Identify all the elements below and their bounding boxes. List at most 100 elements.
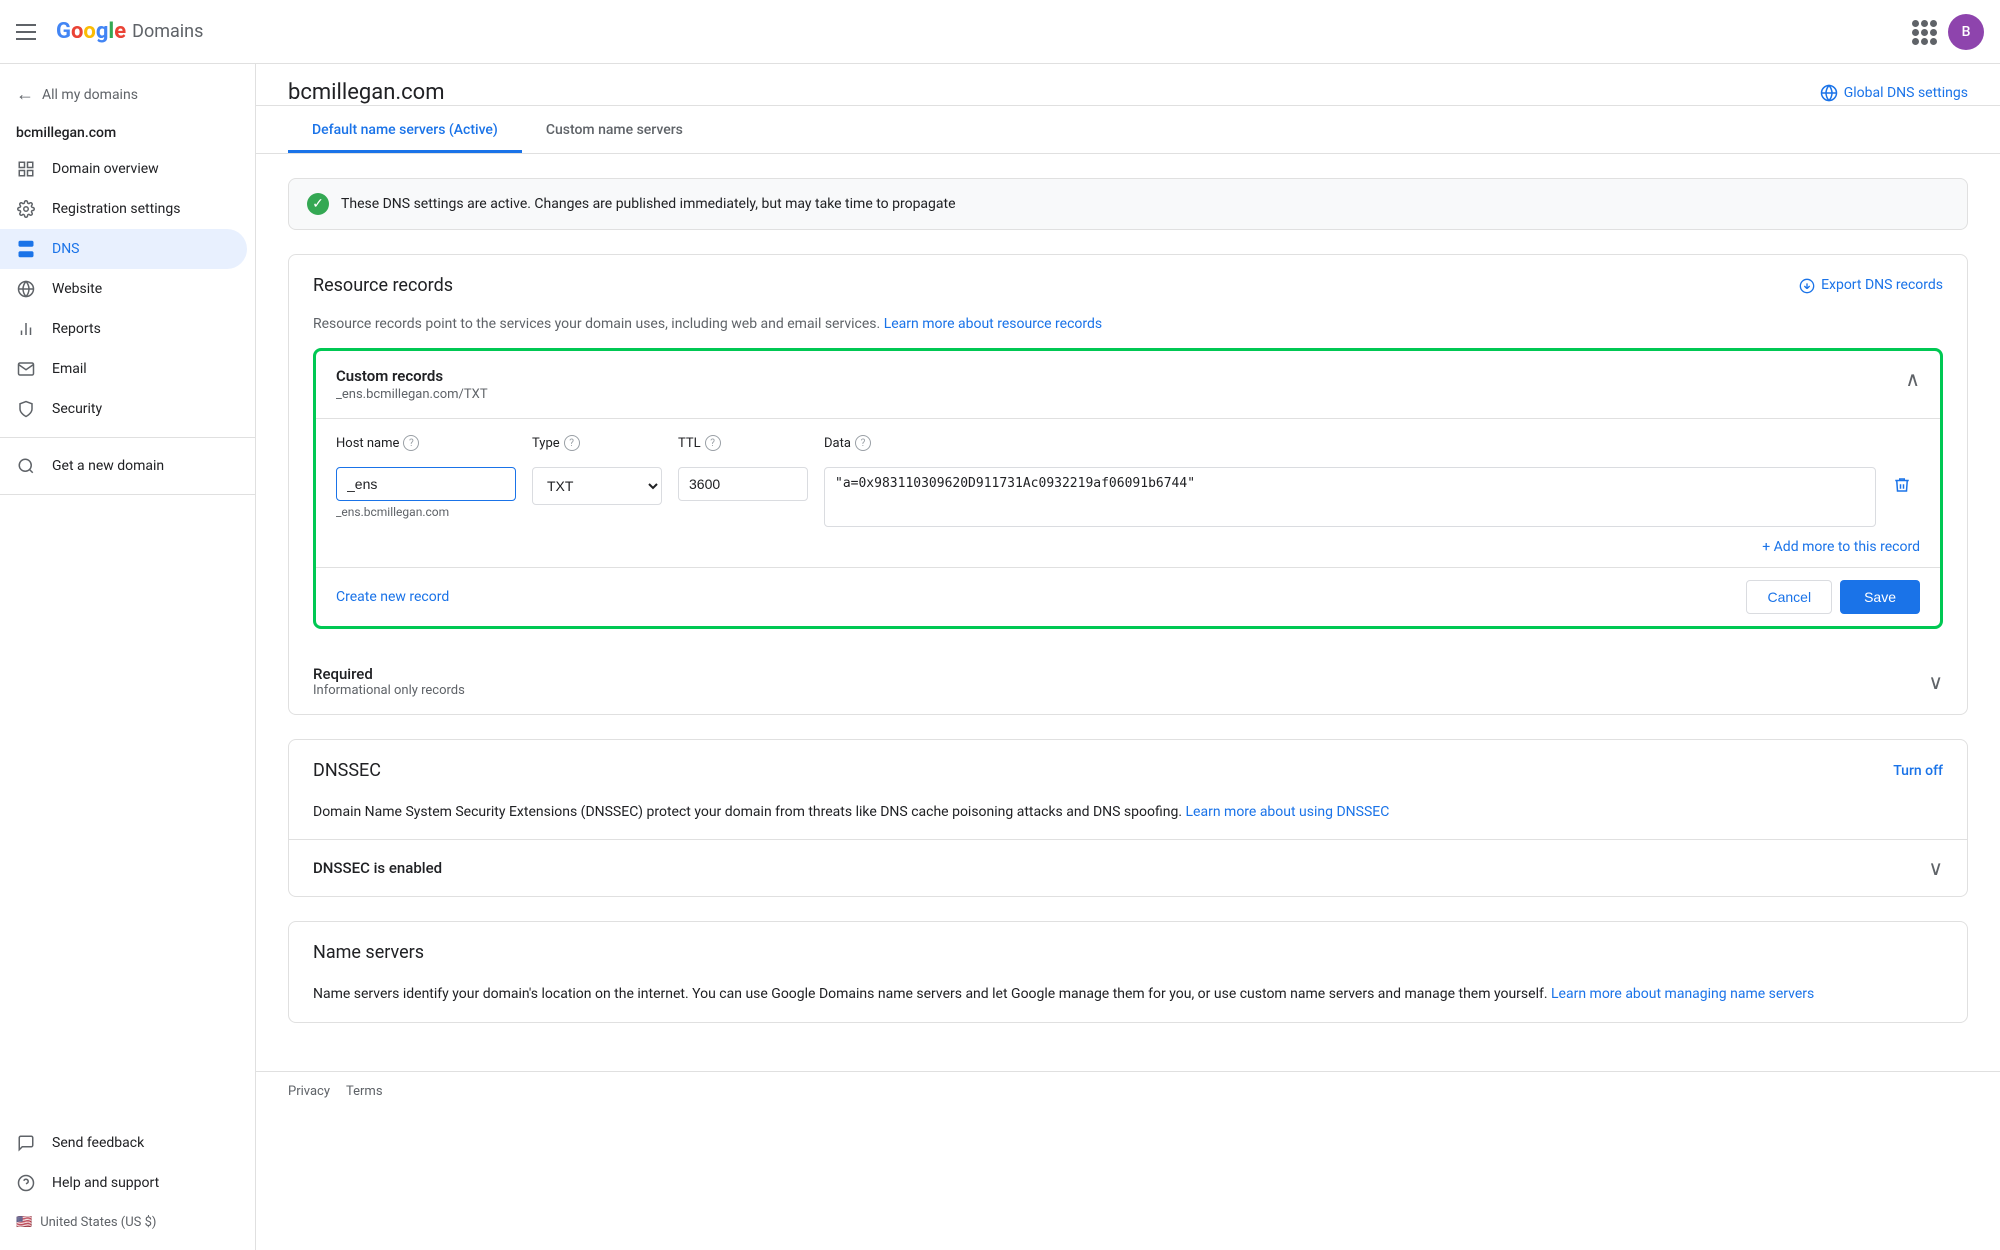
sidebar-bottom: Send feedback Help and support 🇺🇸 United… bbox=[0, 1123, 255, 1242]
add-more-link[interactable]: + Add more to this record bbox=[316, 535, 1940, 567]
data-info-icon[interactable]: ? bbox=[855, 435, 871, 451]
tabs: Default name servers (Active) Custom nam… bbox=[256, 106, 2000, 154]
notice-banner: ✓ These DNS settings are active. Changes… bbox=[288, 178, 1968, 230]
custom-records-box: Custom records _ens.bcmillegan.com/TXT ∧… bbox=[313, 348, 1943, 629]
ttl-info-icon[interactable]: ? bbox=[705, 435, 721, 451]
required-text-block: Required Informational only records bbox=[313, 665, 465, 698]
web-icon bbox=[16, 279, 36, 299]
sidebar-item-label: DNS bbox=[52, 241, 80, 257]
sidebar: ← All my domains bcmillegan.com Domain o… bbox=[0, 64, 256, 1250]
page-domain: bcmillegan.com bbox=[288, 80, 445, 105]
email-icon bbox=[16, 359, 36, 379]
terms-link[interactable]: Terms bbox=[346, 1084, 383, 1099]
resource-records-card: Resource records Export DNS records Reso… bbox=[288, 254, 1968, 715]
tab-default-name-servers[interactable]: Default name servers (Active) bbox=[288, 106, 522, 153]
learn-more-link[interactable]: Learn more about resource records bbox=[884, 316, 1102, 332]
avatar[interactable]: B bbox=[1948, 14, 1984, 50]
export-icon bbox=[1799, 277, 1815, 293]
sidebar-item-dns[interactable]: DNS bbox=[0, 229, 247, 269]
ttl-input[interactable] bbox=[678, 467, 808, 501]
sidebar-item-registration-settings[interactable]: Registration settings bbox=[0, 189, 247, 229]
back-link[interactable]: ← All my domains bbox=[0, 72, 255, 117]
dnssec-enabled-chevron-icon: ∨ bbox=[1928, 856, 1943, 880]
bar-chart-icon bbox=[16, 319, 36, 339]
name-servers-card: Name servers Name servers identify your … bbox=[288, 921, 1968, 1022]
sidebar-item-label: Domain overview bbox=[52, 161, 159, 177]
name-servers-header: Name servers bbox=[289, 922, 1967, 983]
sidebar-item-send-feedback[interactable]: Send feedback bbox=[0, 1123, 247, 1163]
host-info-icon[interactable]: ? bbox=[403, 435, 419, 451]
collapse-icon[interactable]: ∧ bbox=[1905, 367, 1920, 391]
required-subtitle: Informational only records bbox=[313, 683, 465, 698]
sidebar-item-security[interactable]: Security bbox=[0, 389, 247, 429]
type-select[interactable]: TXT A AAAA CNAME MX NS SRV bbox=[532, 467, 662, 505]
sidebar-item-get-domain[interactable]: Get a new domain bbox=[0, 446, 247, 486]
type-label: Type ? bbox=[532, 435, 662, 451]
name-servers-description: Name servers identify your domain's loca… bbox=[289, 983, 1967, 1021]
ns-learn-more-link[interactable]: Learn more about managing name servers bbox=[1551, 986, 1814, 1002]
content-area: ✓ These DNS settings are active. Changes… bbox=[256, 154, 2000, 1071]
back-arrow-icon: ← bbox=[16, 84, 34, 105]
record-row: _ens.bcmillegan.com TXT A AAAA CNAME MX … bbox=[316, 459, 1940, 535]
help-support-label: Help and support bbox=[52, 1175, 159, 1191]
host-name-input[interactable] bbox=[336, 467, 516, 501]
shield-icon bbox=[16, 399, 36, 419]
apps-icon[interactable] bbox=[1912, 20, 1936, 44]
host-name-label: Host name ? bbox=[336, 435, 516, 451]
create-new-record-link[interactable]: Create new record bbox=[336, 589, 449, 605]
host-field-container: _ens.bcmillegan.com bbox=[336, 467, 516, 519]
turn-off-button[interactable]: Turn off bbox=[1893, 763, 1943, 779]
host-sub-label: _ens.bcmillegan.com bbox=[336, 505, 516, 519]
sidebar-locale: 🇺🇸 United States (US $) bbox=[0, 1203, 255, 1242]
sidebar-item-domain-overview[interactable]: Domain overview bbox=[0, 149, 247, 189]
logo[interactable]: Google Domains bbox=[56, 19, 203, 44]
sidebar-item-label: Website bbox=[52, 281, 102, 297]
sidebar-item-website[interactable]: Website bbox=[0, 269, 247, 309]
dnssec-description: Domain Name System Security Extensions (… bbox=[289, 801, 1967, 839]
feedback-icon bbox=[16, 1133, 36, 1153]
global-dns-label: Global DNS settings bbox=[1844, 85, 1968, 101]
sidebar-item-help[interactable]: Help and support bbox=[0, 1163, 247, 1203]
send-feedback-label: Send feedback bbox=[52, 1135, 144, 1151]
dnssec-header: DNSSEC Turn off bbox=[289, 740, 1967, 801]
save-button[interactable]: Save bbox=[1840, 580, 1920, 614]
type-info-icon[interactable]: ? bbox=[564, 435, 580, 451]
required-section[interactable]: Required Informational only records ∨ bbox=[289, 649, 1967, 714]
main-content: bcmillegan.com Global DNS settings Defau… bbox=[256, 64, 2000, 1250]
sidebar-item-label: Get a new domain bbox=[52, 458, 164, 474]
delete-record-button[interactable] bbox=[1884, 467, 1920, 503]
dnssec-enabled-label: DNSSEC is enabled bbox=[313, 859, 442, 877]
dnssec-enabled-section[interactable]: DNSSEC is enabled ∨ bbox=[289, 840, 1967, 896]
required-title: Required bbox=[313, 665, 465, 683]
help-icon bbox=[16, 1173, 36, 1193]
flag-icon: 🇺🇸 bbox=[16, 1215, 32, 1230]
dnssec-learn-more-link[interactable]: Learn more about using DNSSEC bbox=[1186, 804, 1390, 820]
dns-icon bbox=[16, 239, 36, 259]
menu-icon[interactable] bbox=[16, 20, 40, 44]
global-dns-link[interactable]: Global DNS settings bbox=[1820, 82, 1968, 103]
sidebar-item-label: Email bbox=[52, 361, 87, 377]
cancel-button[interactable]: Cancel bbox=[1746, 580, 1832, 614]
notice-text: These DNS settings are active. Changes a… bbox=[341, 196, 956, 212]
export-dns-link[interactable]: Export DNS records bbox=[1799, 277, 1943, 293]
check-icon: ✓ bbox=[307, 193, 329, 215]
custom-records-footer: Create new record Cancel Save bbox=[316, 568, 1940, 626]
data-label: Data ? bbox=[824, 435, 1920, 451]
name-servers-title: Name servers bbox=[313, 942, 424, 963]
resource-records-title: Resource records bbox=[313, 275, 453, 296]
sidebar-item-label: Security bbox=[52, 401, 102, 417]
dnssec-title: DNSSEC bbox=[313, 760, 381, 781]
topbar: Google Domains B bbox=[0, 0, 2000, 64]
ttl-label: TTL ? bbox=[678, 435, 808, 451]
tab-custom-name-servers[interactable]: Custom name servers bbox=[522, 106, 707, 153]
sidebar-item-label: Reports bbox=[52, 321, 101, 337]
data-input[interactable]: "a=0x983110309620D911731Ac0932219af06091… bbox=[824, 467, 1876, 527]
sidebar-item-email[interactable]: Email bbox=[0, 349, 247, 389]
page-footer: Privacy Terms bbox=[256, 1071, 2000, 1111]
privacy-link[interactable]: Privacy bbox=[288, 1084, 330, 1099]
sidebar-item-reports[interactable]: Reports bbox=[0, 309, 247, 349]
cr-subtitle: _ens.bcmillegan.com/TXT bbox=[336, 387, 488, 402]
custom-records-header: Custom records _ens.bcmillegan.com/TXT ∧ bbox=[316, 351, 1940, 418]
resource-records-subtitle: Resource records point to the services y… bbox=[289, 316, 1967, 348]
cr-title: Custom records bbox=[336, 367, 488, 385]
